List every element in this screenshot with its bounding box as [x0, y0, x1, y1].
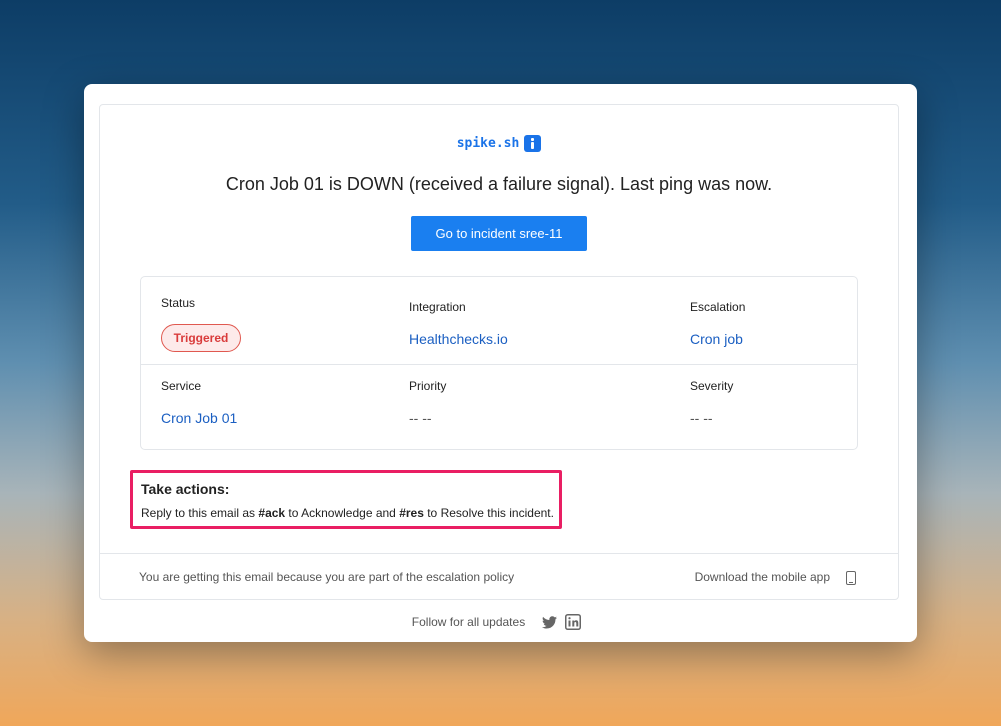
details-row: Status Triggered Integration Healthcheck…	[141, 277, 857, 363]
priority-label: Priority	[409, 379, 447, 393]
integration-label: Integration	[409, 300, 466, 314]
follow-text: Follow for all updates	[411, 615, 526, 629]
footer-note: You are getting this email because you a…	[139, 570, 515, 584]
mobile-phone-icon[interactable]	[846, 571, 856, 585]
incident-details-table: Status Triggered Integration Healthcheck…	[140, 276, 858, 450]
email-body: spike.sh Cron Job 01 is DOWN (received a…	[99, 104, 899, 600]
take-actions-box: Take actions: Reply to this email as #ac…	[130, 470, 562, 529]
integration-link[interactable]: Healthchecks.io	[409, 331, 508, 347]
priority-value: -- --	[409, 410, 432, 426]
status-label: Status	[161, 296, 196, 310]
take-actions-title: Take actions:	[141, 481, 230, 497]
escalation-link[interactable]: Cron job	[690, 331, 743, 347]
service-link[interactable]: Cron Job 01	[161, 410, 237, 426]
footer-divider	[100, 553, 898, 554]
instructions-text: to Acknowledge and	[285, 506, 400, 520]
res-command: #res	[399, 506, 424, 520]
download-app-link[interactable]: Download the mobile app	[695, 570, 830, 584]
service-label: Service	[161, 379, 202, 393]
follow-section: Follow for all updates	[84, 614, 917, 630]
instructions-text: Reply to this email as	[141, 506, 259, 520]
status-badge: Triggered	[161, 324, 241, 352]
escalation-label: Escalation	[690, 300, 746, 314]
brand-header: spike.sh	[100, 135, 898, 152]
go-to-incident-button[interactable]: Go to incident sree-11	[411, 216, 587, 251]
take-actions-instructions: Reply to this email as #ack to Acknowled…	[141, 506, 554, 520]
info-icon	[524, 135, 542, 152]
ack-command: #ack	[258, 506, 286, 520]
twitter-icon[interactable]	[541, 614, 557, 630]
incident-headline: Cron Job 01 is DOWN (received a failure …	[225, 174, 773, 194]
severity-label: Severity	[690, 379, 734, 393]
details-row: Service Cron Job 01 Priority -- -- Sever…	[141, 364, 857, 451]
email-card: spike.sh Cron Job 01 is DOWN (received a…	[84, 84, 917, 642]
brand-logo-text[interactable]: spike.sh	[457, 136, 520, 151]
linkedin-icon[interactable]	[565, 614, 582, 630]
instructions-text: to Resolve this incident.	[423, 506, 554, 520]
severity-value: -- --	[690, 410, 713, 426]
